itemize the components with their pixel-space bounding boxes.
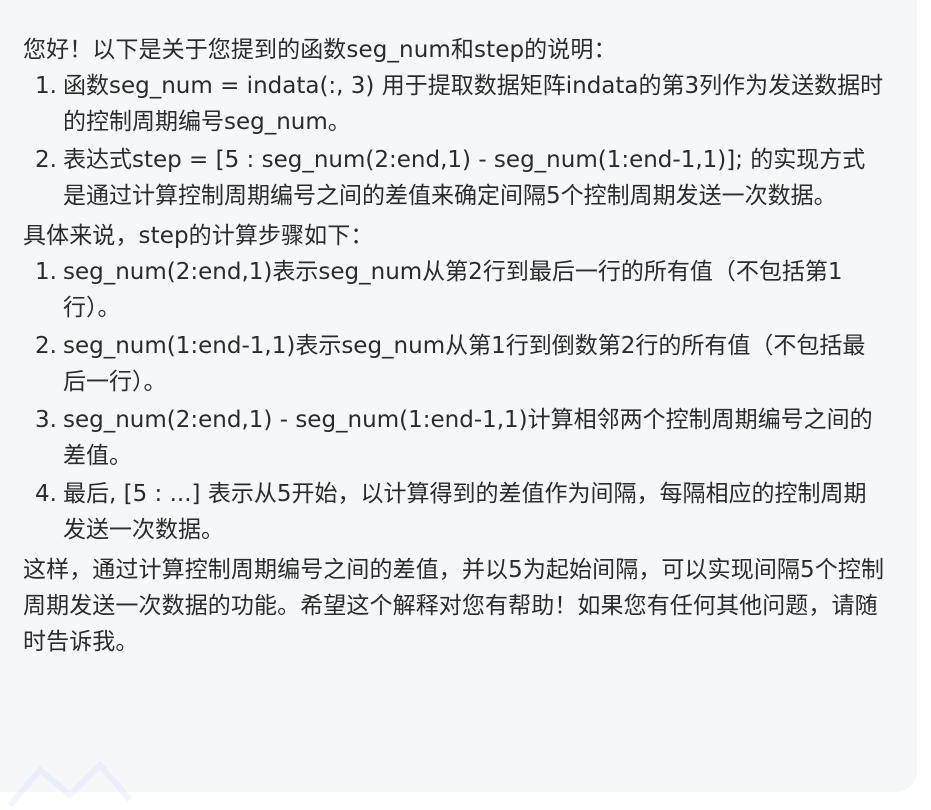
list-item: 1. 函数seg_num = indata(:, 3) 用于提取数据矩阵inda… [23,68,887,140]
function-explanation-list: 1. 函数seg_num = indata(:, 3) 用于提取数据矩阵inda… [23,68,887,214]
list-item-number: 2. [35,147,57,173]
list-item-number: 1. [35,73,57,99]
list-item: 2. seg_num(1:end-1,1)表示seg_num从第1行到倒数第2行… [23,328,887,400]
list-item: 1. seg_num(2:end,1)表示seg_num从第2行到最后一行的所有… [23,254,887,326]
list-item-text: 最后, [5 : ...] 表示从5开始，以计算得到的差值作为间隔，每隔相应的控… [63,481,867,543]
list-item-number: 2. [35,333,57,359]
assistant-message-bubble: 您好！以下是关于您提到的函数seg_num和step的说明： 1. 函数seg_… [0,0,917,792]
list-item-text: 表达式step = [5 : seg_num(2:end,1) - seg_nu… [63,147,866,209]
step-calculation-list: 1. seg_num(2:end,1)表示seg_num从第2行到最后一行的所有… [23,254,887,548]
intro-text: 您好！以下是关于您提到的函数seg_num和step的说明： [23,37,617,63]
list-item-text: 函数seg_num = indata(:, 3) 用于提取数据矩阵indata的… [63,73,884,135]
list-item-number: 3. [35,407,57,433]
list-item: 2. 表达式step = [5 : seg_num(2:end,1) - seg… [23,142,887,214]
list-item: 4. 最后, [5 : ...] 表示从5开始，以计算得到的差值作为间隔，每隔相… [23,476,887,548]
watermark-icon [7,760,133,807]
list-item-text: seg_num(1:end-1,1)表示seg_num从第1行到倒数第2行的所有… [63,333,866,395]
conclusion-text: 这样，通过计算控制周期编号之间的差值，并以5为起始间隔，可以实现间隔5个控制周期… [23,557,885,655]
list-item-number: 4. [35,481,57,507]
list-item-number: 1. [35,259,57,285]
steps-heading: 具体来说，step的计算步骤如下： [23,223,374,249]
list-item-text: seg_num(2:end,1)表示seg_num从第2行到最后一行的所有值（不… [63,259,843,321]
list-item-text: seg_num(2:end,1) - seg_num(1:end-1,1)计算相… [63,407,873,469]
list-item: 3. seg_num(2:end,1) - seg_num(1:end-1,1)… [23,402,887,474]
